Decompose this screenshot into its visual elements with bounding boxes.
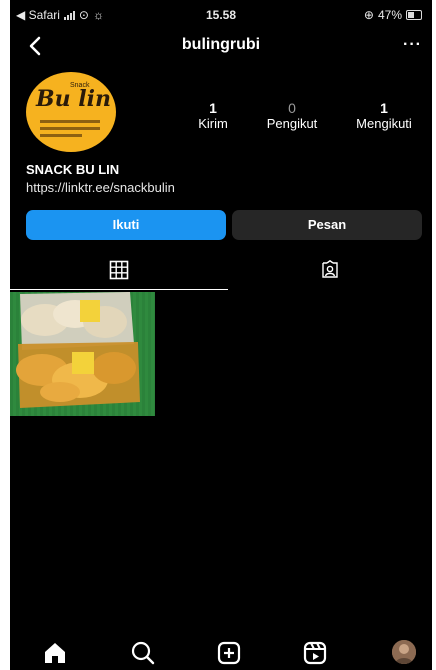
active-tab-indicator xyxy=(10,289,228,290)
profile-avatar-nav[interactable] xyxy=(392,640,416,664)
tab-grid[interactable] xyxy=(10,256,228,290)
profile-username: bulingrubi xyxy=(181,36,261,53)
follow-button[interactable]: Ikuti xyxy=(26,210,226,240)
stat-posts-label: Kirim xyxy=(198,116,228,131)
home-icon[interactable] xyxy=(42,640,68,666)
stat-followers[interactable]: 0 Pengikut xyxy=(252,100,332,132)
status-right: ⊕ 47% xyxy=(364,8,422,22)
plus-square-icon[interactable] xyxy=(216,640,242,666)
stat-posts[interactable]: 1 Kirim xyxy=(188,100,238,132)
battery-icon xyxy=(406,10,422,20)
display-name: SNACK BU LIN xyxy=(26,162,120,177)
message-button[interactable]: Pesan xyxy=(232,210,422,240)
search-icon[interactable] xyxy=(130,640,156,666)
post-image xyxy=(10,292,155,416)
avatar-decoration xyxy=(40,120,100,141)
bottom-navigation xyxy=(10,628,432,670)
profile-header: bulingrubi ··· xyxy=(10,32,432,60)
stat-following-value: 1 xyxy=(380,100,388,116)
stat-posts-value: 1 xyxy=(209,100,217,116)
profile-tabs xyxy=(10,256,432,290)
stat-following-label: Mengikuti xyxy=(356,116,412,131)
grid-icon xyxy=(109,260,129,280)
reels-icon[interactable] xyxy=(302,640,328,666)
avatar-brand-text: Bu lin xyxy=(36,86,111,112)
stat-following[interactable]: 1 Mengikuti xyxy=(340,100,428,132)
tagged-person-icon xyxy=(322,260,338,278)
location-icon: ⊕ xyxy=(363,8,374,22)
more-options-icon[interactable]: ··· xyxy=(403,36,422,54)
profile-avatar-image xyxy=(392,640,416,664)
stat-followers-label: Pengikut xyxy=(266,116,318,131)
phone-screen: ◀ Safari ⊙ ☼ 15.58 ⊕ 47% bulingrubi ··· … xyxy=(10,0,432,670)
avatar[interactable]: Snack Bu lin xyxy=(26,72,116,152)
stat-followers-value: 0 xyxy=(288,100,296,116)
bio-link[interactable]: https://linktr.ee/snackbulin xyxy=(26,180,175,195)
battery-percent: 47% xyxy=(377,8,402,22)
tab-tagged[interactable] xyxy=(228,256,432,290)
post-thumbnail[interactable] xyxy=(10,292,155,416)
status-bar: ◀ Safari ⊙ ☼ 15.58 ⊕ 47% xyxy=(10,6,432,24)
